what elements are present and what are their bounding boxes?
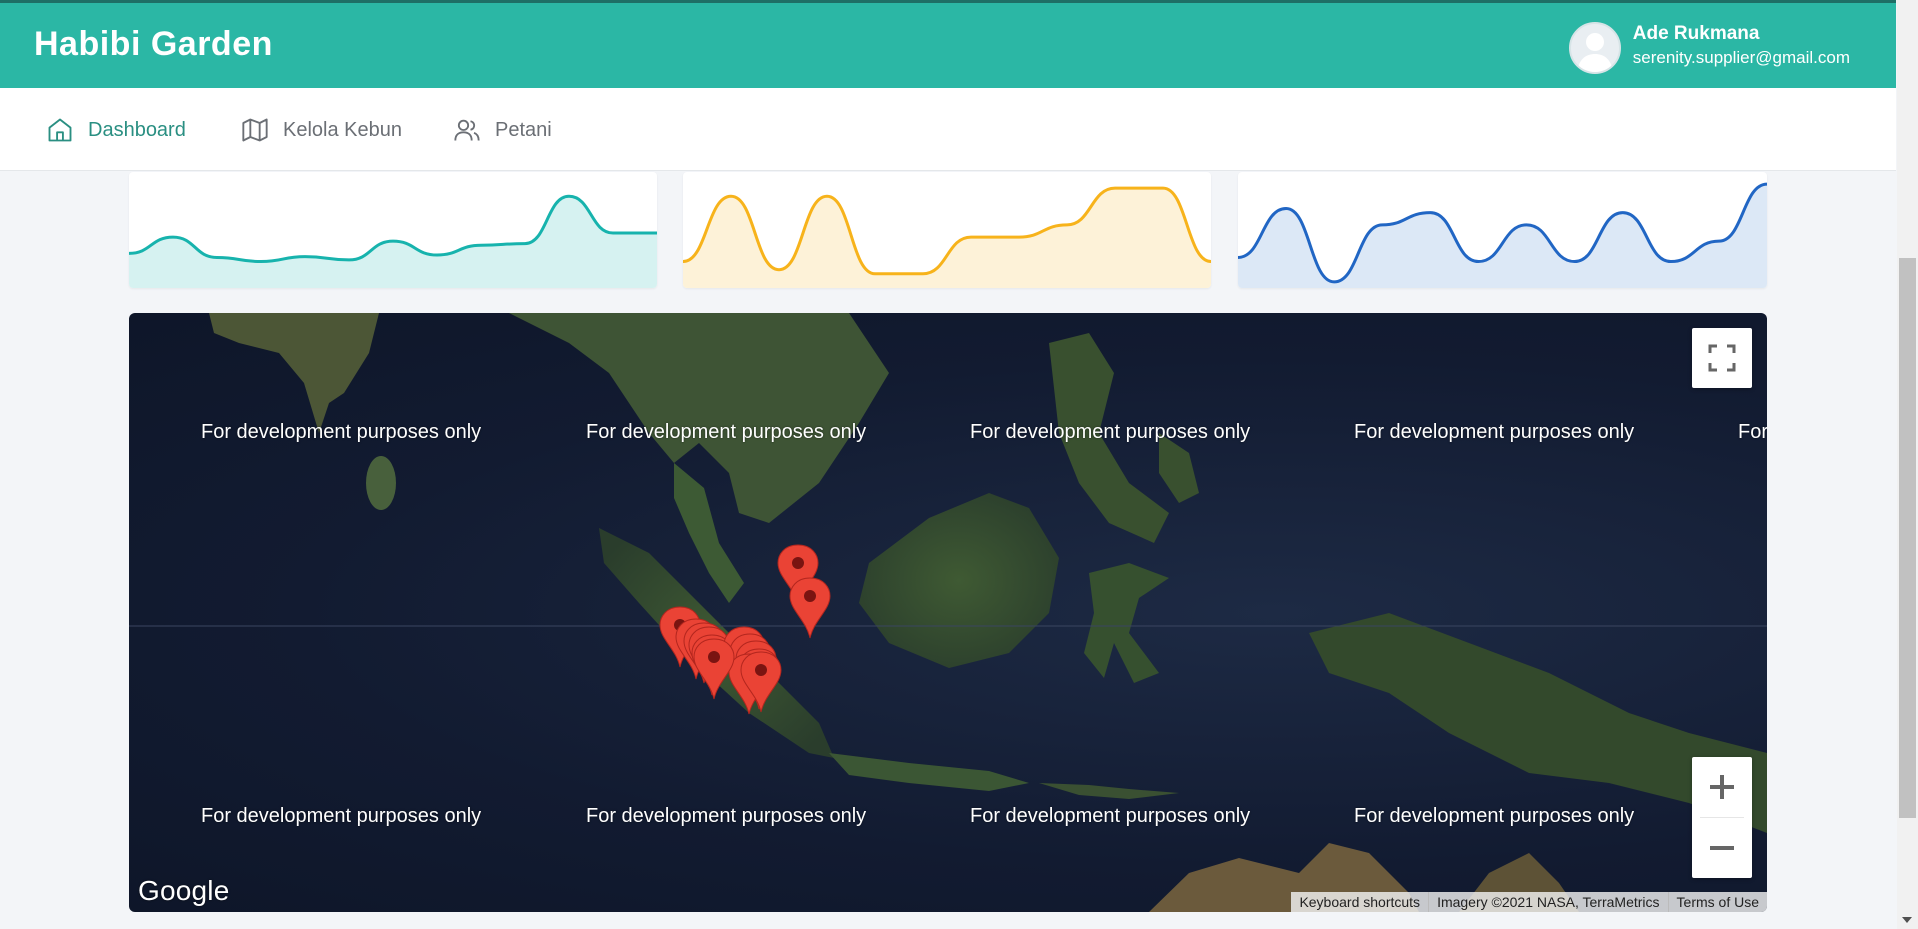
fullscreen-icon (1708, 344, 1736, 372)
plus-icon (1710, 775, 1734, 799)
map-marker-icon[interactable] (789, 577, 831, 639)
minus-icon (1710, 846, 1734, 850)
terms-of-use-link[interactable]: Terms of Use (1667, 892, 1767, 912)
keyboard-shortcuts-link[interactable]: Keyboard shortcuts (1291, 892, 1428, 912)
scroll-down-arrow[interactable] (1902, 917, 1912, 923)
brand-title[interactable]: Habibi Garden (34, 25, 273, 64)
main-nav: Dashboard Kelola Kebun Petani (0, 88, 1896, 171)
zoom-in-button[interactable] (1692, 757, 1752, 817)
avatar[interactable] (1568, 22, 1621, 74)
map-marker-icon[interactable] (693, 638, 735, 700)
home-icon (48, 118, 72, 142)
app-header: Habibi Garden Ade Rukmana serenity.suppl… (0, 3, 1896, 88)
sparkline-card-2 (683, 172, 1211, 288)
nav-item-petani[interactable]: Petani (453, 116, 552, 144)
user-email: serenity.supplier@gmail.com (1632, 48, 1850, 67)
zoom-control (1692, 757, 1752, 878)
sparkline-card-1 (129, 172, 657, 288)
sparkline-area (683, 188, 1211, 288)
nav-item-dashboard[interactable]: Dashboard (46, 116, 186, 144)
map-attribution: Keyboard shortcuts Imagery ©2021 NASA, T… (1291, 892, 1767, 912)
sparkline-area (1238, 184, 1767, 288)
google-logo[interactable]: Google (138, 875, 230, 907)
nav-item-kelola-kebun[interactable]: Kelola Kebun (241, 116, 402, 144)
sparkline-chart-1 (129, 194, 657, 288)
fullscreen-button[interactable] (1692, 328, 1752, 388)
page-scrollbar[interactable] (1897, 0, 1918, 929)
nav-label-petani: Petani (495, 118, 552, 141)
sparkline-chart-2 (683, 186, 1211, 288)
nav-label-kelola-kebun: Kelola Kebun (283, 118, 402, 141)
nav-label-dashboard: Dashboard (88, 118, 186, 141)
map-markers (659, 544, 831, 715)
user-profile[interactable]: Ade Rukmana serenity.supplier@gmail.com (1568, 21, 1850, 74)
map-view[interactable]: For development purposes only For develo… (129, 313, 1767, 912)
map-icon (242, 118, 268, 142)
imagery-credit: Imagery ©2021 NASA, TerraMetrics (1428, 892, 1667, 912)
sparkline-chart-3 (1238, 182, 1767, 288)
sparkline-card-3 (1238, 172, 1767, 288)
scrollbar-thumb[interactable] (1899, 258, 1916, 818)
user-name: Ade Rukmana (1632, 23, 1760, 44)
users-icon (454, 119, 480, 141)
zoom-out-button[interactable] (1692, 818, 1752, 878)
